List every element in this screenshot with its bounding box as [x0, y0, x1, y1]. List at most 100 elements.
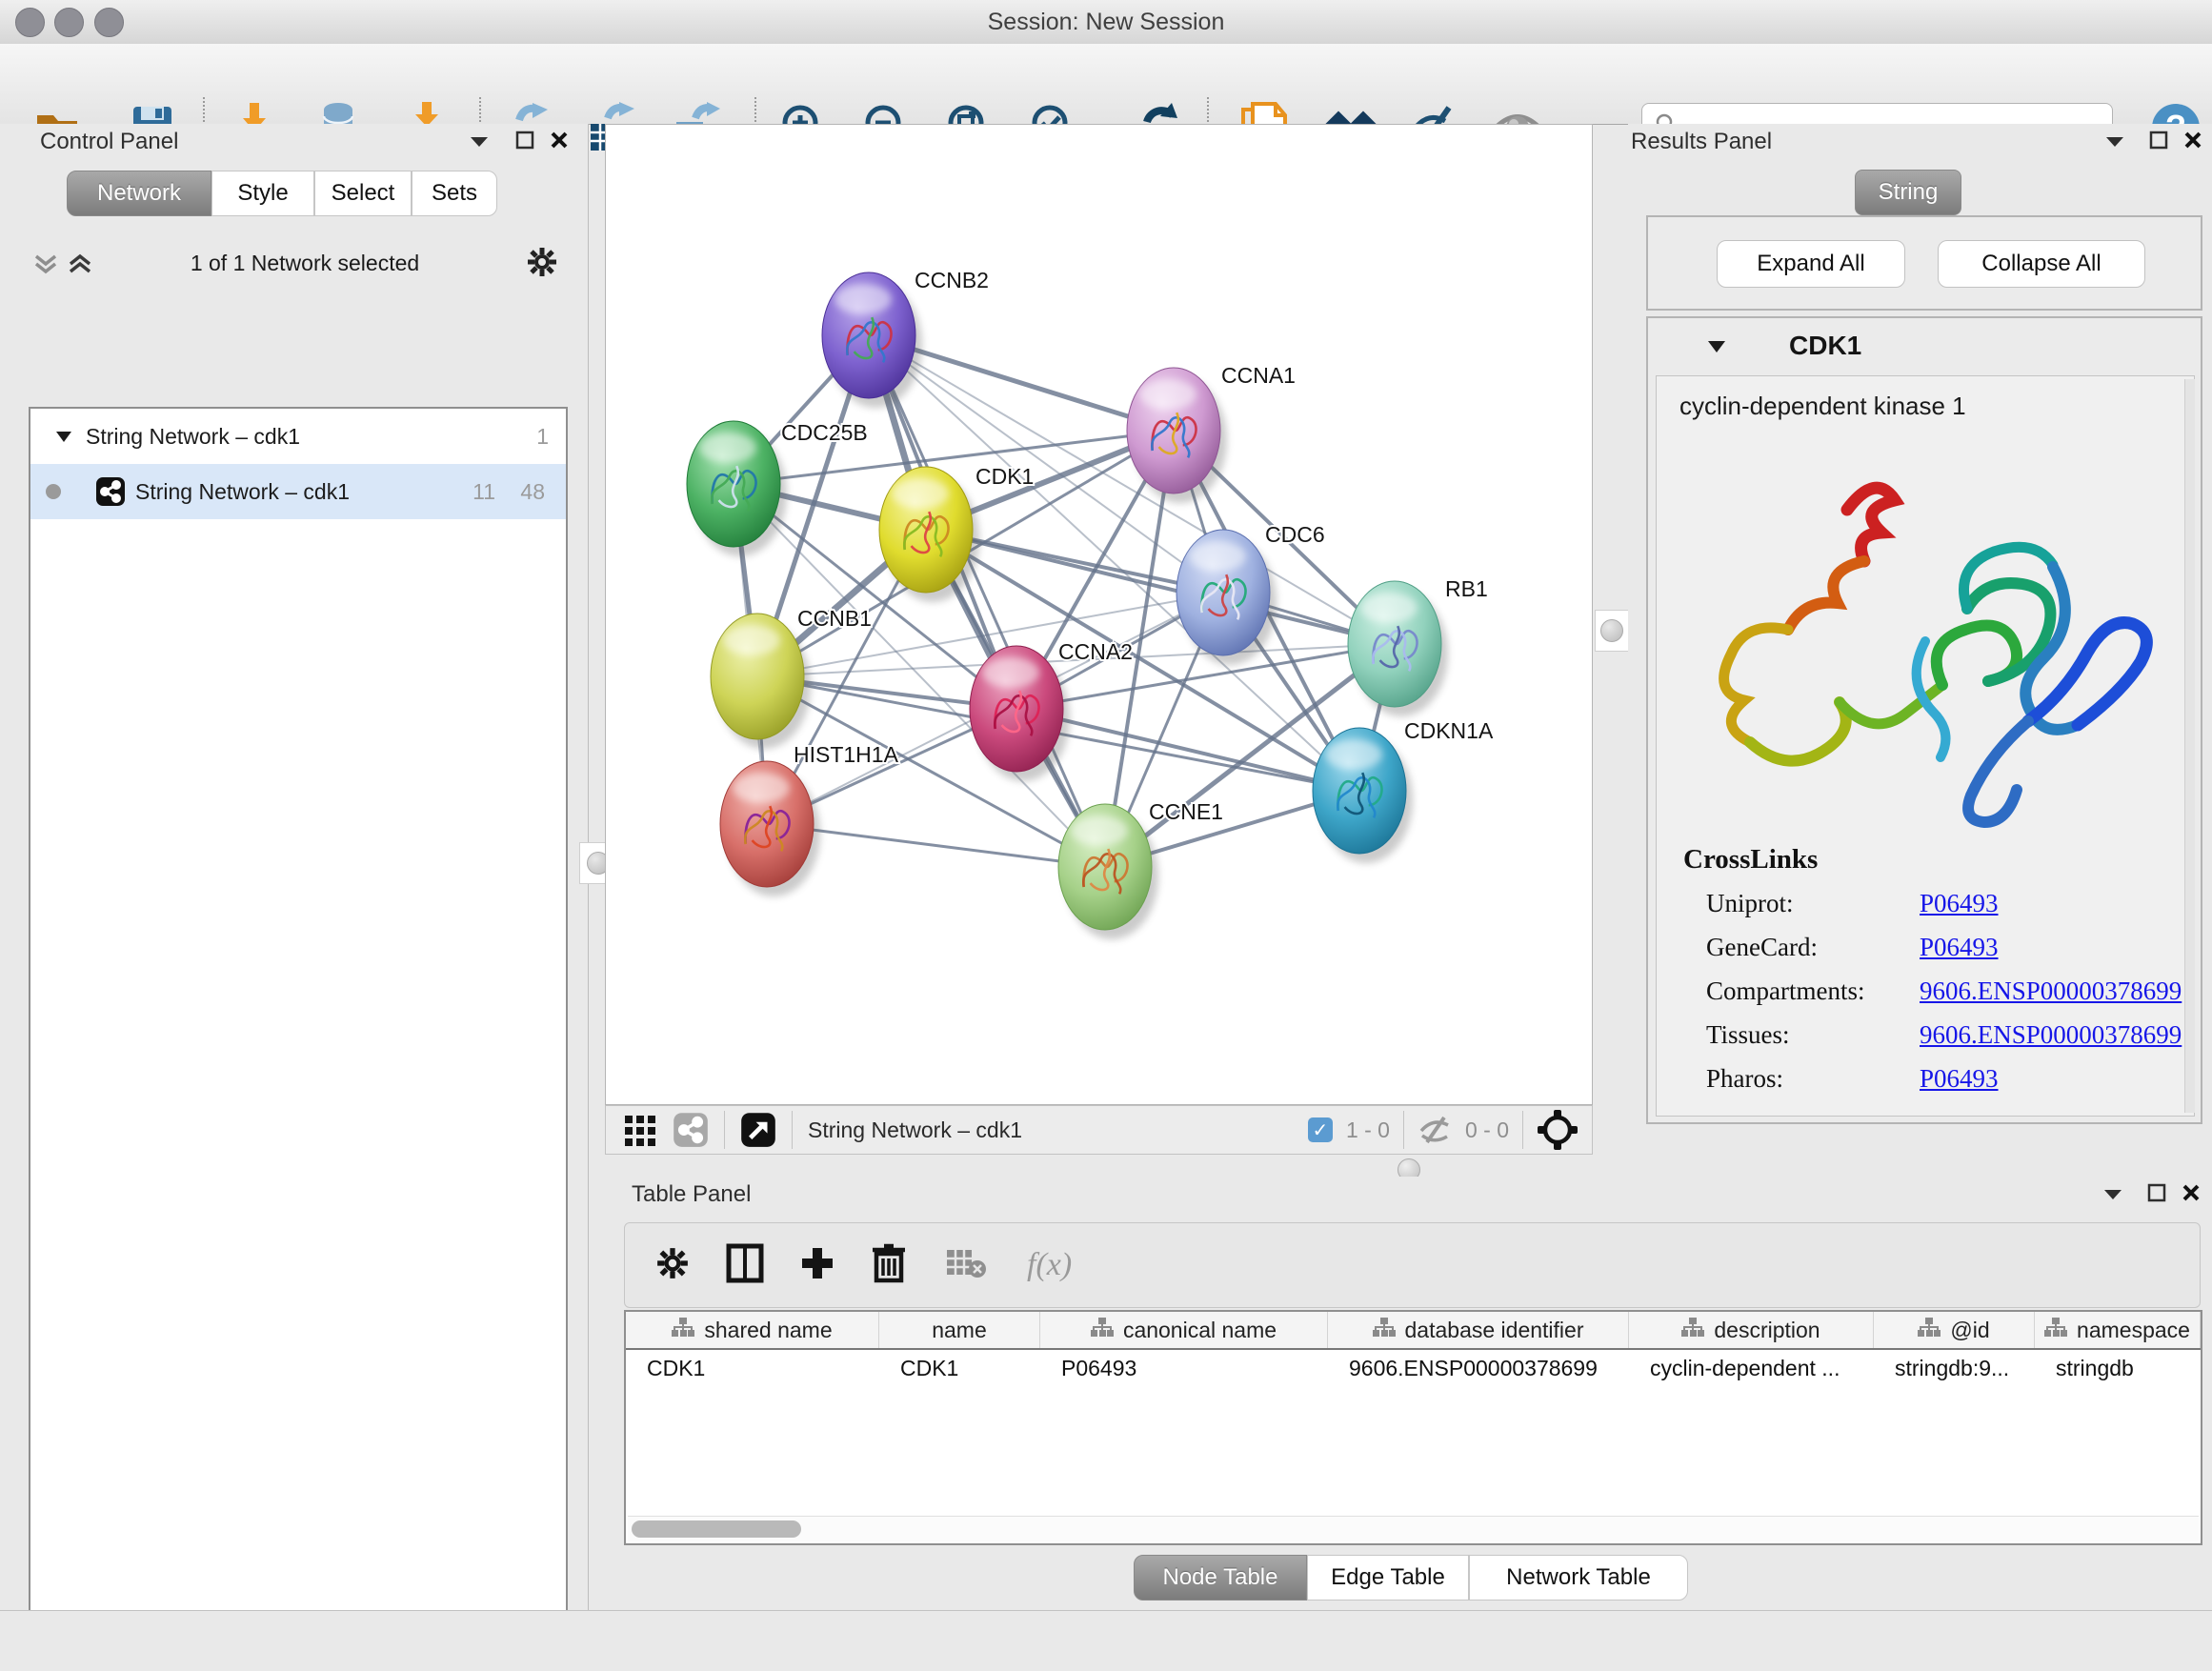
network-type-icon — [95, 476, 126, 507]
collapse-all-button[interactable]: Collapse All — [1938, 240, 2145, 288]
network-collection-row[interactable]: String Network – cdk1 1 — [30, 409, 566, 464]
tab-network-table[interactable]: Network Table — [1469, 1555, 1688, 1601]
tab-edge-table[interactable]: Edge Table — [1307, 1555, 1469, 1601]
collapse-all-networks-icon[interactable] — [32, 252, 59, 282]
crosslink-row: Uniprot:P06493 — [1706, 881, 2194, 925]
crosslinks-list: Uniprot:P06493GeneCard:P06493Compartment… — [1706, 881, 2194, 1100]
graph-node-CDC6 — [1176, 530, 1277, 665]
results-panel-collapse-icon[interactable] — [2104, 133, 2125, 153]
function-builder-icon[interactable]: f(x) — [1027, 1247, 1072, 1283]
table-hscrollbar-thumb[interactable] — [632, 1520, 801, 1538]
tab-select[interactable]: Select — [314, 171, 412, 216]
control-panel-collapse-icon[interactable] — [469, 133, 490, 153]
table-options-gear-icon[interactable] — [655, 1246, 690, 1285]
collection-expand-icon[interactable] — [55, 430, 72, 443]
gene-header[interactable]: CDK1 — [1648, 318, 2201, 373]
crosslink-value[interactable]: P06493 — [1920, 933, 1999, 962]
column-label: canonical name — [1123, 1318, 1277, 1343]
tab-string[interactable]: String — [1855, 170, 1961, 215]
table-hscrollbar-track[interactable] — [628, 1516, 2199, 1541]
network-row[interactable]: String Network – cdk1 11 48 — [30, 464, 566, 519]
graph-node-CDK1 — [879, 467, 979, 602]
crosslink-value[interactable]: P06493 — [1920, 889, 1999, 918]
control-panel-close-icon[interactable] — [549, 130, 570, 155]
main-toolbar: ? — [0, 44, 2212, 125]
toolbar-divider — [792, 1111, 793, 1149]
crosslink-row: Tissues:9606.ENSP00000378699 — [1706, 1013, 2194, 1057]
column-header-name[interactable]: name — [879, 1312, 1040, 1348]
crosslink-value[interactable]: P06493 — [1920, 1064, 1999, 1094]
svg-text:CCNA1: CCNA1 — [1221, 363, 1296, 388]
table-panel-collapse-icon[interactable] — [2102, 1186, 2123, 1206]
svg-text:CDC25B: CDC25B — [781, 420, 868, 445]
hidden-eye-icon[interactable] — [1418, 1116, 1452, 1144]
delete-column-icon[interactable] — [871, 1242, 907, 1289]
results-panel-float-icon[interactable] — [2148, 130, 2169, 155]
column-tree-icon — [1091, 1317, 1114, 1343]
network-options-gear-icon[interactable] — [526, 246, 558, 283]
network-view-mode-icon[interactable] — [673, 1112, 709, 1148]
column-header--id[interactable]: @id — [1874, 1312, 2035, 1348]
detach-view-icon[interactable] — [740, 1112, 776, 1148]
toolbar-divider — [1522, 1111, 1523, 1149]
column-header-shared-name[interactable]: shared name — [626, 1312, 879, 1348]
results-buttons-box: Expand All Collapse All — [1646, 215, 2202, 311]
network-graph[interactable]: CCNB2CCNA1CDC25BCDK1CDC6RB1CCNB1CCNA2CDK… — [605, 124, 1593, 1105]
gene-expand-icon[interactable] — [1707, 339, 1726, 353]
svg-text:CDC6: CDC6 — [1265, 522, 1325, 547]
tab-style[interactable]: Style — [211, 171, 314, 216]
crosslink-value[interactable]: 9606.ENSP00000378699 — [1920, 976, 2182, 1006]
network-edge-count: 48 — [520, 479, 545, 505]
column-header-database-identifier[interactable]: database identifier — [1328, 1312, 1629, 1348]
graph-node-HIST1H1A — [720, 761, 820, 896]
column-label: description — [1714, 1318, 1820, 1343]
control-panel-float-icon[interactable] — [514, 130, 535, 155]
table-panel-float-icon[interactable] — [2146, 1182, 2167, 1208]
delete-table-icon[interactable] — [945, 1246, 987, 1285]
table-cell[interactable]: CDK1 — [879, 1350, 1040, 1386]
show-column-icon[interactable] — [726, 1243, 764, 1288]
table-tabs: Node Table Edge Table Network Table — [1134, 1555, 1688, 1601]
results-panel-close-icon[interactable] — [2182, 130, 2203, 155]
table-panel-title: Table Panel — [632, 1181, 751, 1208]
column-header-description[interactable]: description — [1629, 1312, 1874, 1348]
graph-node-CCNE1 — [1058, 804, 1158, 939]
tab-node-table[interactable]: Node Table — [1134, 1555, 1307, 1601]
table-toolbar: f(x) — [624, 1222, 2201, 1308]
svg-text:CCNB2: CCNB2 — [915, 268, 989, 292]
birds-eye-icon[interactable] — [1537, 1109, 1579, 1151]
results-panel: Results Panel String Expand All Collapse… — [1628, 124, 2212, 1155]
column-header-namespace[interactable]: namespace — [2035, 1312, 2201, 1348]
network-view-toolbar: String Network – cdk1 ✓ 1 - 0 0 - 0 — [605, 1105, 1593, 1155]
graph-node-CCNA2 — [970, 646, 1070, 781]
selected-counts: 1 - 0 — [1346, 1117, 1390, 1143]
graph-node-CCNB2 — [822, 272, 922, 408]
column-label: name — [932, 1318, 987, 1343]
hidden-counts: 0 - 0 — [1465, 1117, 1509, 1143]
table-cell[interactable]: 9606.ENSP00000378699 — [1328, 1350, 1629, 1386]
table-cell[interactable]: CDK1 — [626, 1350, 879, 1386]
table-cell[interactable]: P06493 — [1040, 1350, 1328, 1386]
crosslink-value[interactable]: 9606.ENSP00000378699 — [1920, 1020, 2182, 1050]
results-scrollbar-track[interactable] — [2184, 379, 2195, 1113]
crosslink-row: GeneCard:P06493 — [1706, 925, 2194, 969]
table-panel-close-icon[interactable] — [2181, 1182, 2202, 1208]
current-network-dot — [46, 484, 61, 499]
table-header-row: shared name name canonical name database id… — [626, 1312, 2201, 1350]
add-column-icon[interactable] — [798, 1244, 836, 1287]
graph-node-CDKN1A — [1313, 728, 1413, 863]
column-header-canonical-name[interactable]: canonical name — [1040, 1312, 1328, 1348]
expand-all-networks-icon[interactable] — [67, 252, 93, 282]
toolbar-divider — [724, 1111, 725, 1149]
table-cell[interactable]: stringdb:9... — [1874, 1350, 2035, 1386]
table-cell[interactable]: stringdb — [2035, 1350, 2201, 1386]
table-cell[interactable]: cyclin-dependent ... — [1629, 1350, 1874, 1386]
control-panel: Control Panel Network Style Select Sets … — [0, 124, 589, 1610]
expand-all-button[interactable]: Expand All — [1717, 240, 1905, 288]
selected-checkbox[interactable]: ✓ — [1308, 1117, 1333, 1142]
tab-sets[interactable]: Sets — [412, 171, 497, 216]
tab-network[interactable]: Network — [67, 171, 211, 216]
table-row[interactable]: CDK1CDK1P064939606.ENSP00000378699cyclin… — [626, 1350, 2201, 1386]
right-splitter-handle[interactable] — [1595, 610, 1629, 652]
grid-view-icon[interactable] — [623, 1113, 657, 1147]
